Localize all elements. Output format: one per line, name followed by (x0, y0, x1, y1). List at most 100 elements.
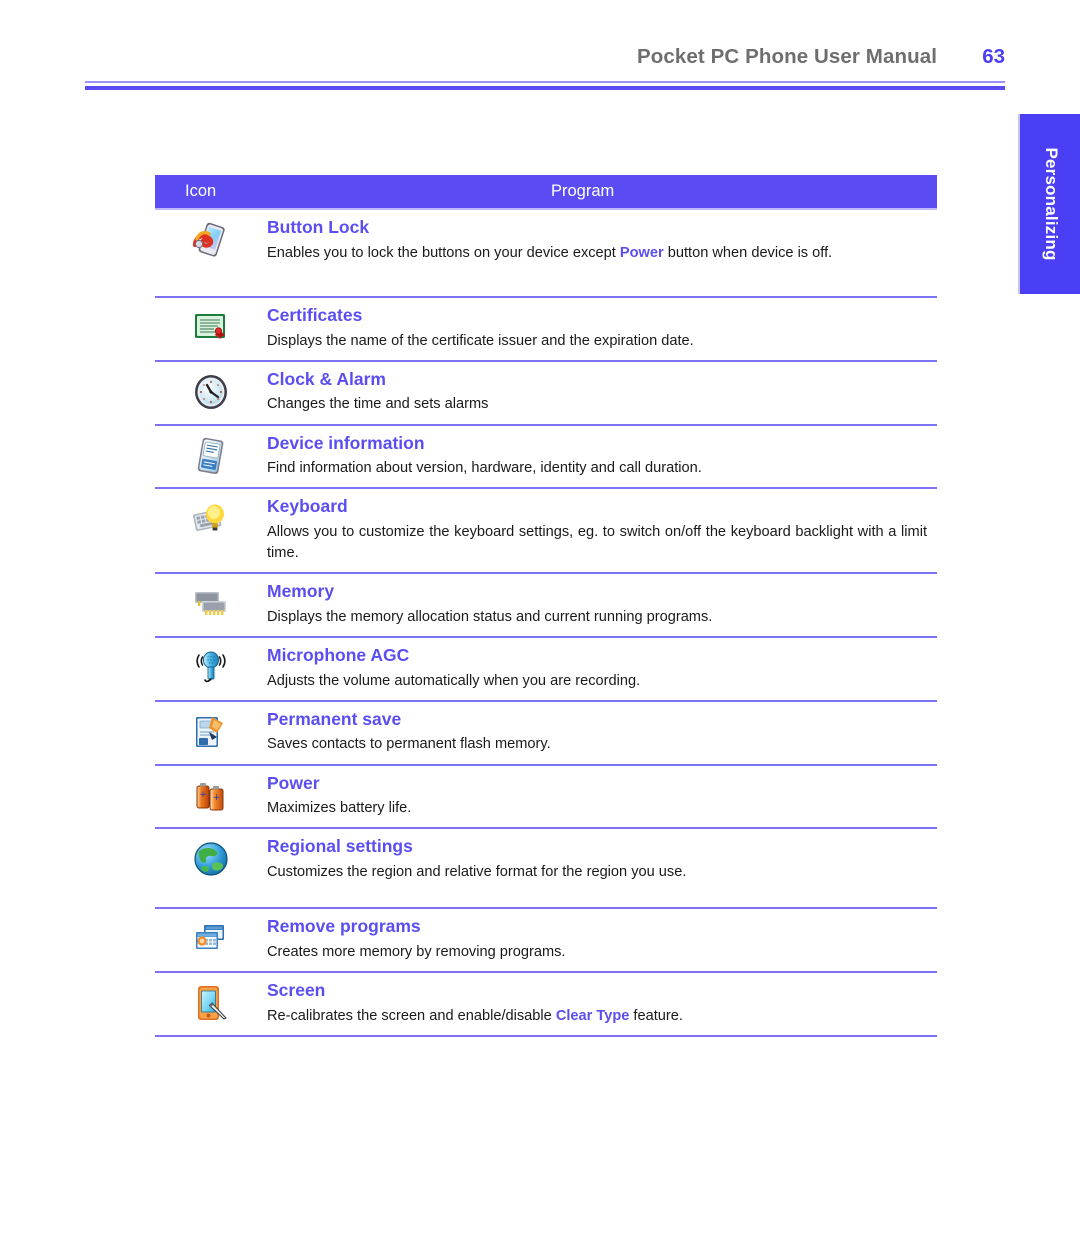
row-description: Find information about version, hardware… (267, 458, 931, 479)
row-title: Screen (267, 980, 326, 1001)
screen-icon (190, 982, 232, 1024)
regional-settings-icon (190, 838, 232, 880)
row-text-cell: Button Lock Enables you to lock the butto… (267, 210, 937, 272)
row-title: Certificates (267, 305, 363, 325)
row-title: Device information (267, 432, 425, 453)
row-icon-cell (155, 702, 267, 753)
row-description: Re-calibrates the screen and enable/disa… (267, 1006, 931, 1027)
row-title: Microphone AGC (267, 645, 410, 666)
row-description-text: Re-calibrates the screen and enable/disa… (267, 1007, 556, 1024)
table-row: Screen Re-calibrates the screen and enabl… (155, 973, 937, 1037)
table-body: Button Lock Enables you to lock the butto… (155, 210, 937, 1037)
page-title: Pocket PC Phone User Manual (636, 45, 937, 68)
permanent-save-icon (190, 711, 232, 753)
row-description-text: Adjusts the volume automatically when yo… (267, 672, 641, 689)
row-description-text-after: feature. (629, 1007, 683, 1024)
row-description-text: Displays the name of the certificate iss… (267, 332, 694, 349)
table-row: Memory Displays the memory allocation sta… (155, 574, 937, 639)
row-icon-cell (155, 362, 267, 413)
certificates-icon (190, 307, 232, 349)
row-title: Clock & Alarm (267, 368, 386, 389)
row-text-cell: Regional settings Customizes the region a… (267, 829, 937, 891)
row-description: Allows you to customize the keyboard set… (267, 522, 931, 564)
row-description-text: Saves contacts to permanent flash memory… (267, 736, 551, 753)
row-title: Memory (267, 581, 335, 602)
row-description-text-after: button when device is off. (663, 244, 833, 261)
row-description-text: Changes the time and sets alarms (267, 396, 489, 413)
side-tab-label: Personalizing (1042, 147, 1061, 261)
table-row: Button Lock Enables you to lock the butto… (155, 210, 937, 298)
row-icon-cell (155, 574, 267, 625)
page-header: Pocket PC Phone User Manual 63 (0, 0, 1080, 100)
row-description: Adjusts the volume automatically when yo… (267, 671, 931, 692)
row-description-highlight: Clear Type (555, 1007, 630, 1024)
row-title: Permanent save (267, 708, 402, 729)
button-lock-icon (190, 219, 232, 261)
row-description-text: Displays the memory allocation status an… (267, 608, 713, 625)
row-text-cell: Power Maximizes battery life. (267, 766, 937, 828)
row-description: Customizes the region and relative forma… (267, 862, 931, 883)
row-description: Displays the memory allocation status an… (267, 607, 931, 628)
settings-table: Icon Program Button Lock Enables you to l… (155, 175, 937, 1037)
page-number: 63 (982, 45, 1005, 68)
row-text-cell: Permanent save Saves contacts to permanen… (267, 702, 937, 764)
row-description-text: Find information about version, hardware… (267, 460, 702, 477)
table-header-row: Icon Program (155, 175, 937, 210)
keyboard-icon (190, 498, 232, 540)
column-header-icon: Icon (185, 182, 217, 200)
device-information-icon (190, 435, 232, 477)
table-row: Certificates Displays the name of the cer… (155, 298, 937, 362)
table-row: Regional settings Customizes the region a… (155, 829, 937, 910)
row-text-cell: Clock & Alarm Changes the time and sets a… (267, 362, 937, 424)
row-description-text: Enables you to lock the buttons on your … (267, 244, 620, 261)
row-description-text: Allows you to customize the keyboard set… (267, 523, 927, 562)
memory-icon (190, 583, 232, 625)
row-title: Remove programs (267, 916, 421, 937)
header-rule-thick (85, 86, 1005, 90)
table-row: Clock & Alarm Changes the time and sets a… (155, 362, 937, 426)
row-text-cell: Microphone AGC Adjusts the volume automat… (267, 638, 937, 700)
remove-programs-icon (190, 918, 232, 960)
svg-text:+: + (213, 793, 221, 803)
row-icon-cell: + + (155, 766, 267, 817)
table-row: Remove programs Creates more memory by re… (155, 909, 937, 974)
header-rule-thin (85, 81, 1005, 83)
table-row: Permanent save Saves contacts to permanen… (155, 702, 937, 766)
row-icon-cell (155, 909, 267, 960)
row-text-cell: Screen Re-calibrates the screen and enabl… (267, 973, 937, 1035)
row-description: Displays the name of the certificate iss… (267, 331, 931, 352)
row-text-cell: Device information Find information about… (267, 426, 937, 488)
table-row: Device information Find information about… (155, 426, 937, 490)
row-text-cell: Remove programs Creates more memory by re… (267, 909, 937, 971)
row-title: Keyboard (267, 496, 348, 517)
microphone-agc-icon (190, 647, 232, 689)
table-row: + + Power Maximizes battery life. (155, 766, 937, 830)
row-icon-cell (155, 973, 267, 1024)
row-text-cell: Memory Displays the memory allocation sta… (267, 574, 937, 636)
row-description: Changes the time and sets alarms (267, 394, 931, 415)
table-row: Microphone AGC Adjusts the volume automat… (155, 638, 937, 702)
row-icon-cell (155, 298, 267, 349)
row-title: Button Lock (267, 217, 370, 237)
row-icon-cell (155, 638, 267, 689)
column-header-program: Program (551, 182, 615, 200)
row-description: Maximizes battery life. (267, 798, 931, 819)
row-icon-cell (155, 426, 267, 477)
row-title: Power (267, 772, 320, 793)
row-icon-cell (155, 489, 267, 540)
row-description-text: Maximizes battery life. (267, 800, 412, 817)
power-icon: + + (190, 775, 232, 817)
row-description-text: Creates more memory by removing programs… (267, 944, 566, 961)
row-description-text: Customizes the region and relative forma… (267, 864, 687, 881)
row-title: Regional settings (267, 836, 413, 857)
row-text-cell: Keyboard Allows you to customize the keyb… (267, 489, 937, 572)
svg-text:+: + (199, 790, 207, 800)
row-description: Enables you to lock the buttons on your … (267, 243, 931, 264)
row-text-cell: Certificates Displays the name of the cer… (267, 298, 937, 360)
row-icon-cell (155, 210, 267, 261)
side-tab-personalizing: Personalizing (1018, 114, 1080, 294)
row-icon-cell (155, 829, 267, 880)
clock-alarm-icon (190, 371, 232, 413)
row-description: Saves contacts to permanent flash memory… (267, 734, 931, 755)
table-row: Keyboard Allows you to customize the keyb… (155, 489, 937, 575)
